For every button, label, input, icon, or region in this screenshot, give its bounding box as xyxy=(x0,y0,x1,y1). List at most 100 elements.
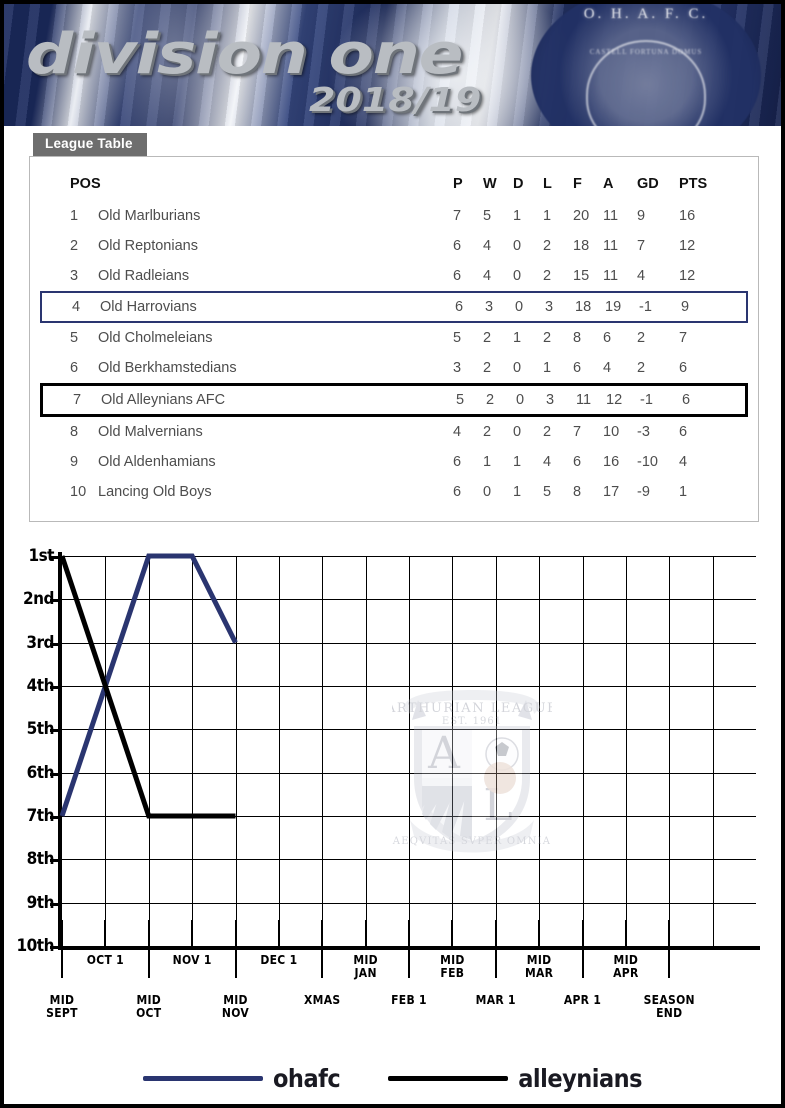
cell-gd: 2 xyxy=(637,330,646,346)
x-tick-label: MID JAN xyxy=(353,953,378,980)
cell-p: 3 xyxy=(453,360,462,376)
cell-a: 16 xyxy=(603,454,620,470)
cell-team: Old Reptonians xyxy=(98,238,198,254)
cell-d: 1 xyxy=(513,330,522,346)
cell-gd: -3 xyxy=(637,424,650,440)
legend-label: ohafc xyxy=(272,1063,341,1093)
tab-league-table[interactable]: League Table xyxy=(33,133,147,156)
cell-p: 5 xyxy=(453,330,462,346)
cell-w: 0 xyxy=(483,484,492,500)
x-tick-mark xyxy=(277,920,280,948)
x-tick-label: MID MAR xyxy=(524,953,554,980)
cell-gd: -9 xyxy=(637,484,650,500)
page-title: division one xyxy=(26,22,463,87)
y-tick-mark xyxy=(50,642,59,646)
header-cell-pos: POS xyxy=(70,176,101,192)
cell-pos: 8 xyxy=(70,424,79,440)
cell-p: 6 xyxy=(453,454,462,470)
header-cell-gd: GD xyxy=(637,176,659,192)
cell-p: 6 xyxy=(453,268,462,284)
plot-area: A L ARTHURIAN LEAGUE EST. 1961 AEQVITAS … xyxy=(59,553,756,947)
table-row: 7 Old Alleynians AFC 5 2 0 3 11 12 -1 6 xyxy=(43,386,745,414)
x-tick-label: DEC 1 xyxy=(260,953,298,967)
cell-team: Old Alleynians AFC xyxy=(101,392,226,408)
cell-pts: 6 xyxy=(679,424,688,440)
cell-w: 2 xyxy=(483,330,492,346)
x-tick-label: SEASON END xyxy=(643,993,695,1020)
cell-l: 4 xyxy=(543,454,552,470)
season-label: 2018/19 xyxy=(309,80,482,119)
cell-d: 0 xyxy=(515,299,524,315)
y-tick-mark xyxy=(50,772,59,776)
cell-a: 19 xyxy=(605,299,622,315)
cell-team: Old Harrovians xyxy=(100,299,197,315)
legend-item: alleynians xyxy=(388,1064,643,1093)
cell-gd: 7 xyxy=(637,238,646,254)
y-tick-mark xyxy=(50,816,59,819)
cell-gd: -1 xyxy=(640,392,653,408)
cell-f: 6 xyxy=(573,360,582,376)
cell-pts: 6 xyxy=(682,392,691,408)
cell-l: 3 xyxy=(545,299,554,315)
cell-pts: 12 xyxy=(679,238,696,254)
table-row: 10 Lancing Old Boys 6 0 1 5 8 17 -9 1 xyxy=(40,477,748,507)
cell-pos: 5 xyxy=(70,330,79,346)
y-tick-mark xyxy=(50,556,59,559)
cell-w: 2 xyxy=(483,360,492,376)
header-cell-l: L xyxy=(543,176,552,192)
cell-pts: 16 xyxy=(679,208,696,224)
cell-l: 2 xyxy=(543,268,552,284)
x-tick-mark xyxy=(191,920,194,948)
cell-l: 2 xyxy=(543,330,552,346)
cell-gd: -1 xyxy=(639,299,652,315)
cell-pts: 4 xyxy=(679,454,688,470)
x-tick-mark xyxy=(61,920,63,978)
table-row: 6 Old Berkhamstedians 3 2 0 1 6 4 2 6 xyxy=(40,353,748,383)
cell-f: 11 xyxy=(576,392,592,408)
table-row: 4 Old Harrovians 6 3 0 3 18 19 -1 9 xyxy=(42,293,746,321)
league-table-panel: POS P W D L F A GD PTS 1 Old Marlburians 7 5 1 1 20 11 9 1… xyxy=(29,156,759,522)
y-tick-label: 10th xyxy=(16,936,55,956)
cell-d: 1 xyxy=(513,454,522,470)
header-cell-p: P xyxy=(453,176,463,192)
header-cell-a: A xyxy=(603,176,614,192)
cell-f: 7 xyxy=(573,424,582,440)
league-table: POS P W D L F A GD PTS 1 Old Marlburians 7 5 1 1 20 11 9 1… xyxy=(30,157,758,507)
x-tick-mark xyxy=(104,920,107,948)
cell-w: 2 xyxy=(486,392,495,408)
cell-pts: 6 xyxy=(679,360,688,376)
table-row: 1 Old Marlburians 7 5 1 1 20 11 9 16 xyxy=(40,201,748,231)
cell-pts: 12 xyxy=(679,268,696,284)
table-row: 9 Old Aldenhamians 6 1 1 4 6 16 -10 4 xyxy=(40,447,748,477)
cell-f: 18 xyxy=(575,299,592,315)
x-tick-label: MAR 1 xyxy=(475,993,516,1007)
cell-team: Old Cholmeleians xyxy=(98,330,213,346)
cell-p: 4 xyxy=(453,424,462,440)
cell-a: 12 xyxy=(606,392,623,408)
cell-gd: 2 xyxy=(637,360,646,376)
cell-team: Old Marlburians xyxy=(98,208,201,224)
y-tick-mark xyxy=(50,859,59,863)
x-tick-label: MID FEB xyxy=(440,953,465,980)
x-tick-mark xyxy=(668,920,671,978)
x-tick-label: MID OCT xyxy=(136,993,162,1020)
cell-f: 18 xyxy=(573,238,590,254)
cell-pos: 10 xyxy=(70,484,87,500)
cell-team: Old Radleians xyxy=(98,268,190,284)
cell-team: Old Berkhamstedians xyxy=(98,360,237,376)
cell-w: 1 xyxy=(483,454,492,470)
table-row: 8 Old Malvernians 4 2 0 2 7 10 -3 6 xyxy=(40,417,748,447)
cell-d: 1 xyxy=(513,208,522,224)
cell-w: 5 xyxy=(483,208,492,224)
cell-d: 0 xyxy=(513,424,522,440)
cell-pts: 1 xyxy=(679,484,688,500)
cell-l: 2 xyxy=(543,238,552,254)
cell-f: 6 xyxy=(573,454,582,470)
cell-a: 10 xyxy=(603,424,620,440)
ohafc-crest-photo xyxy=(531,4,761,126)
cell-d: 0 xyxy=(516,392,525,408)
legend-swatch xyxy=(142,1075,263,1081)
table-row: 2 Old Reptonians 6 4 0 2 18 11 7 12 xyxy=(40,231,748,261)
header-cell-w: W xyxy=(483,176,497,192)
cell-a: 6 xyxy=(603,330,612,346)
